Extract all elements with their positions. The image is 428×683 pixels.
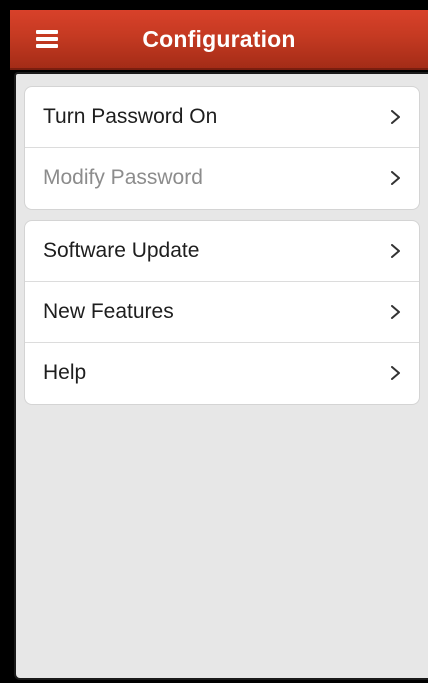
modify-password-label: Modify Password xyxy=(43,166,203,189)
software-update-label: Software Update xyxy=(43,239,200,262)
settings-content: Turn Password On Modify Password Softwar… xyxy=(14,72,428,680)
chevron-right-icon xyxy=(391,171,400,185)
help-label: Help xyxy=(43,361,87,384)
chevron-right-icon xyxy=(391,110,400,124)
help-item[interactable]: Help xyxy=(25,343,419,404)
turn-password-on-item[interactable]: Turn Password On xyxy=(25,87,419,148)
modify-password-item[interactable]: Modify Password xyxy=(25,148,419,209)
turn-password-on-label: Turn Password On xyxy=(43,105,218,128)
app-header: Configuration xyxy=(10,10,428,70)
page-title: Configuration xyxy=(142,26,296,52)
new-features-label: New Features xyxy=(43,300,174,323)
chevron-right-icon xyxy=(391,366,400,380)
hamburger-menu-icon[interactable] xyxy=(32,27,62,51)
chevron-right-icon xyxy=(391,244,400,258)
new-features-item[interactable]: New Features xyxy=(25,282,419,343)
software-update-item[interactable]: Software Update xyxy=(25,221,419,282)
general-settings-group: Software Update New Features Help xyxy=(24,220,420,405)
chevron-right-icon xyxy=(391,305,400,319)
app-screen: Configuration Turn Password On Modify Pa… xyxy=(0,0,428,683)
password-settings-group: Turn Password On Modify Password xyxy=(24,86,420,210)
